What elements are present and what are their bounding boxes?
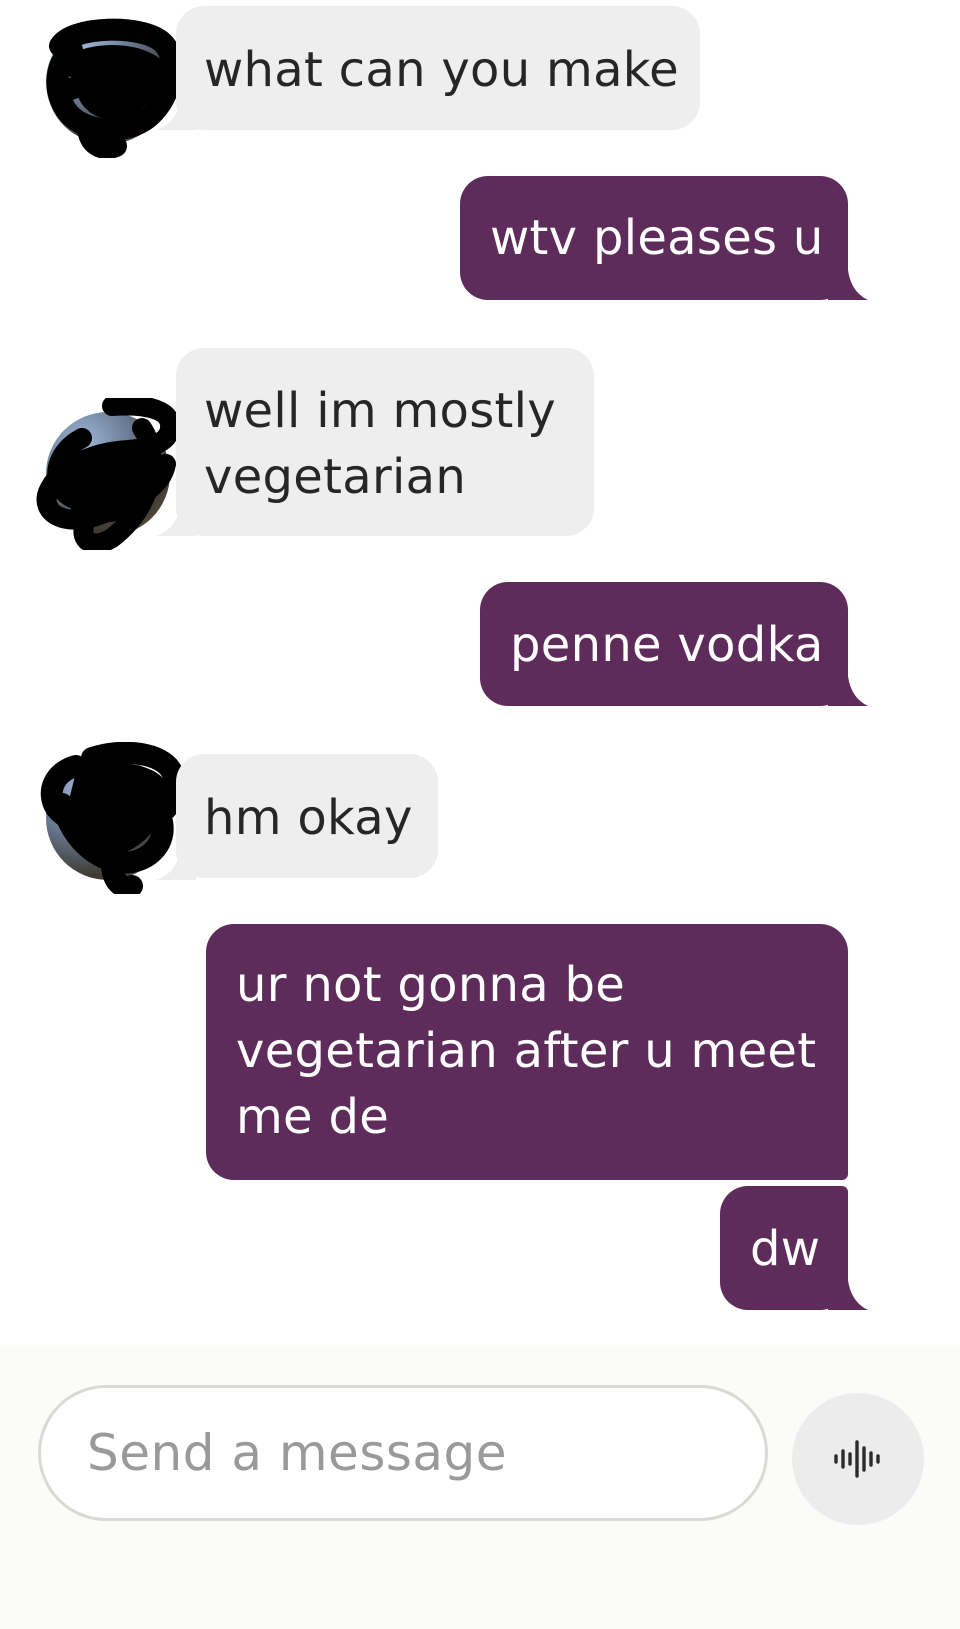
incoming-message[interactable]: well im mostly vegetarian [176,348,594,536]
message-text-line: well im mostly [204,383,556,439]
redaction-scribble [46,18,183,158]
voice-waveform-icon [834,1440,880,1478]
contact-avatar[interactable] [36,398,180,550]
bubble-tail [828,1280,868,1310]
message-text: what can you make [204,42,679,98]
contact-avatar[interactable] [46,18,183,158]
message-input[interactable]: Send a message [38,1385,768,1521]
bubble-tail [828,270,868,300]
message-composer: Send a message [0,1345,960,1629]
contact-avatar[interactable] [40,742,184,894]
message-text: wtv pleases u [490,210,824,266]
message-text-line: vegetarian after u meet [236,1023,817,1079]
message-text-line: vegetarian [204,449,467,505]
message-text: hm okay [204,790,413,846]
message-text: penne vodka [510,617,824,673]
message-text-line: ur not gonna be [236,957,626,1013]
outgoing-message[interactable]: ur not gonna be vegetarian after u meet … [206,924,848,1180]
voice-message-button[interactable] [792,1393,924,1525]
bubble-tail [828,676,868,706]
incoming-message[interactable]: hm okay [176,754,438,878]
message-thread: what can you make wtv pleases u well im … [0,0,960,1345]
message-text-line: me de [236,1089,390,1145]
message-text: dw [750,1221,821,1277]
message-input-placeholder: Send a message [87,1424,508,1482]
outgoing-message[interactable]: wtv pleases u [460,176,848,300]
outgoing-message[interactable]: penne vodka [480,582,848,706]
incoming-message[interactable]: what can you make [176,6,700,130]
